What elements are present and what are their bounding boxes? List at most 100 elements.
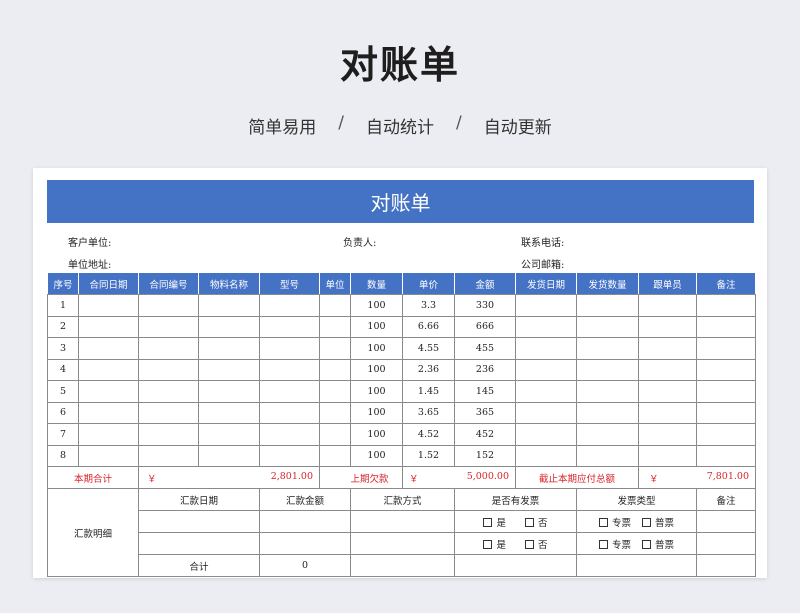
empty-cell <box>638 358 697 381</box>
empty-cell <box>78 423 139 446</box>
invoice-yes-label: 是 <box>496 517 506 529</box>
checkbox-icon <box>483 539 493 549</box>
unit-price-cell: 3.3 <box>402 294 455 317</box>
invoice-yes-checkbox[interactable]: 是 <box>483 515 506 529</box>
invoice-no-checkbox[interactable]: 否 <box>525 537 548 551</box>
empty-cell <box>198 294 260 317</box>
row-number: 5 <box>47 380 79 403</box>
due-total-label: 截止本期应付总额 <box>515 466 639 489</box>
empty-cell <box>696 337 756 360</box>
empty-cell <box>138 294 199 317</box>
empty-cell <box>78 358 139 381</box>
unit-price-cell: 6.66 <box>402 315 455 338</box>
currency-symbol: ￥ <box>649 473 659 485</box>
current-total-value: 2,801.00 <box>270 470 313 482</box>
empty-cell <box>515 337 577 360</box>
col-header: 型号 <box>259 272 320 295</box>
invoice-special-label: 专票 <box>611 539 631 551</box>
empty-cell <box>515 444 577 467</box>
invoice-options: 是 否 <box>454 510 577 533</box>
amount-cell: 455 <box>454 337 516 360</box>
empty-cell <box>198 337 260 360</box>
empty-cell <box>259 401 320 424</box>
tagline: 简单易用 / 自动统计 / 自动更新 <box>0 113 800 138</box>
quantity-cell: 100 <box>350 380 403 403</box>
quantity-cell: 100 <box>350 423 403 446</box>
prev-debt-label: 上期欠款 <box>350 466 403 489</box>
email-label: 公司邮箱: <box>521 260 565 271</box>
amount-cell: 666 <box>454 315 516 338</box>
empty-cell <box>696 315 756 338</box>
empty-cell <box>576 423 639 446</box>
empty-cell <box>198 380 260 403</box>
empty-cell <box>319 444 351 467</box>
empty-cell <box>515 358 577 381</box>
table-row: 7 100 4.52 452 <box>47 423 756 446</box>
invoice-normal-label: 普票 <box>655 517 675 529</box>
row-number: 4 <box>47 358 79 381</box>
row-number: 6 <box>47 401 79 424</box>
remit-sum-label: 合计 <box>138 554 260 577</box>
table-row: 3 100 4.55 455 <box>47 337 756 360</box>
quantity-cell: 100 <box>350 444 403 467</box>
empty-cell <box>259 358 320 381</box>
checkbox-icon <box>483 517 493 527</box>
empty-cell <box>515 423 577 446</box>
invoice-special-label: 专票 <box>611 517 631 529</box>
remit-header-row: 汇款明细 汇款日期 汇款金额 汇款方式 是否有发票 发票类型 备注 <box>47 488 756 577</box>
empty-cell <box>576 337 639 360</box>
empty-cell <box>259 337 320 360</box>
remit-sum-row: 合计 0 <box>48 554 756 577</box>
col-header: 合同编号 <box>138 272 199 295</box>
empty-cell <box>259 294 320 317</box>
remit-header: 备注 <box>696 488 756 511</box>
invoice-type-options: 专票 普票 <box>576 510 697 533</box>
invoice-no-checkbox[interactable]: 否 <box>525 515 548 529</box>
invoice-special-checkbox[interactable]: 专票 <box>598 515 631 529</box>
col-header: 数量 <box>350 272 403 295</box>
checkbox-icon <box>525 539 535 549</box>
amount-cell: 236 <box>454 358 516 381</box>
empty-cell <box>259 423 320 446</box>
amount-cell: 145 <box>454 380 516 403</box>
sheet-title: 对账单 <box>47 180 754 223</box>
empty-cell <box>576 444 639 467</box>
empty-cell <box>696 358 756 381</box>
col-header: 跟单员 <box>638 272 697 295</box>
empty-cell <box>138 337 199 360</box>
remit-row: 是 否 专票 普票 <box>48 510 756 533</box>
empty-cell <box>696 444 756 467</box>
current-total-cell: ￥ 2,801.00 <box>138 466 320 489</box>
currency-symbol: ￥ <box>409 473 419 485</box>
checkbox-icon <box>642 539 652 549</box>
empty-cell <box>638 423 697 446</box>
row-number: 1 <box>47 294 79 317</box>
empty-cell <box>198 358 260 381</box>
invoice-yes-checkbox[interactable]: 是 <box>483 537 506 551</box>
quantity-cell: 100 <box>350 315 403 338</box>
empty-cell <box>576 315 639 338</box>
invoice-normal-checkbox[interactable]: 普票 <box>642 537 674 551</box>
empty-cell <box>78 444 139 467</box>
unit-price-cell: 3.65 <box>402 401 455 424</box>
invoice-special-checkbox[interactable]: 专票 <box>598 537 631 551</box>
col-header: 物料名称 <box>198 272 260 295</box>
unit-price-cell: 1.52 <box>402 444 455 467</box>
col-header: 备注 <box>696 272 756 295</box>
empty-cell <box>198 444 260 467</box>
empty-cell <box>78 294 139 317</box>
invoice-normal-checkbox[interactable]: 普票 <box>642 515 674 529</box>
row-number: 2 <box>47 315 79 338</box>
invoice-options: 是 否 <box>454 532 577 555</box>
invoice-yes-label: 是 <box>496 539 506 551</box>
unit-price-cell: 1.45 <box>402 380 455 403</box>
statement-table: 序号 合同日期 合同编号 物料名称 型号 单位 数量 单价 金额 发货日期 发货… <box>47 272 756 577</box>
remit-row: 是 否 专票 普票 <box>48 532 756 555</box>
quantity-cell: 100 <box>350 358 403 381</box>
empty-cell <box>515 294 577 317</box>
manager-label: 负责人: <box>343 238 377 249</box>
remit-sum-value: 0 <box>259 554 351 577</box>
table-row: 6 100 3.65 365 <box>47 401 756 424</box>
empty-cell <box>576 358 639 381</box>
col-header: 单位 <box>319 272 351 295</box>
